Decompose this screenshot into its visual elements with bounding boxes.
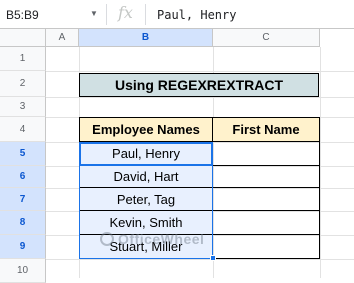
sheet-title-cell[interactable]: Using REGEXREXTRACT <box>79 73 319 97</box>
name-box-dropdown-icon[interactable]: ▼ <box>90 9 98 18</box>
first-name-cell[interactable] <box>212 166 320 188</box>
gridline <box>320 47 321 278</box>
name-cell[interactable]: Peter, Tag <box>79 188 213 211</box>
name-box[interactable]: B5:B9 <box>6 8 39 22</box>
header-employee-names[interactable]: Employee Names <box>79 117 213 142</box>
fill-handle[interactable] <box>210 255 216 261</box>
row-header-9[interactable]: 9 <box>0 235 46 259</box>
row-header-7[interactable]: 7 <box>0 188 46 211</box>
gridline <box>46 97 354 98</box>
row-header-1[interactable]: 1 <box>0 47 46 71</box>
gridline <box>46 71 354 72</box>
column-header-b[interactable]: B <box>79 29 213 47</box>
row-header-3[interactable]: 3 <box>0 97 46 117</box>
fx-icon: fx <box>118 3 133 22</box>
row-header-4[interactable]: 4 <box>0 117 46 142</box>
column-header-c[interactable]: C <box>213 29 320 47</box>
gridline <box>46 259 354 260</box>
formula-input[interactable]: Paul, Henry <box>157 8 236 22</box>
row-header-6[interactable]: 6 <box>0 166 46 188</box>
row-header-8[interactable]: 8 <box>0 211 46 235</box>
name-cell[interactable]: Kevin, Smith <box>79 211 213 235</box>
first-name-cell[interactable] <box>212 211 320 235</box>
name-cell[interactable]: David, Hart <box>79 166 213 188</box>
formula-bar-divider <box>106 4 107 25</box>
first-name-cell[interactable] <box>212 142 320 166</box>
name-cell[interactable]: Stuart, Miller <box>79 235 213 259</box>
name-cell[interactable]: Paul, Henry <box>79 142 213 166</box>
row-header-10[interactable]: 10 <box>0 259 46 283</box>
row-header-5[interactable]: 5 <box>0 142 46 166</box>
first-name-cell[interactable] <box>212 188 320 211</box>
header-first-name[interactable]: First Name <box>212 117 320 142</box>
row-header-2[interactable]: 2 <box>0 71 46 97</box>
first-name-cell[interactable] <box>212 235 320 259</box>
formula-bar: B5:B9 ▼ fx Paul, Henry <box>0 0 354 29</box>
select-all-corner[interactable] <box>0 29 46 47</box>
column-header-a[interactable]: A <box>46 29 79 47</box>
formula-bar-divider <box>145 4 146 25</box>
